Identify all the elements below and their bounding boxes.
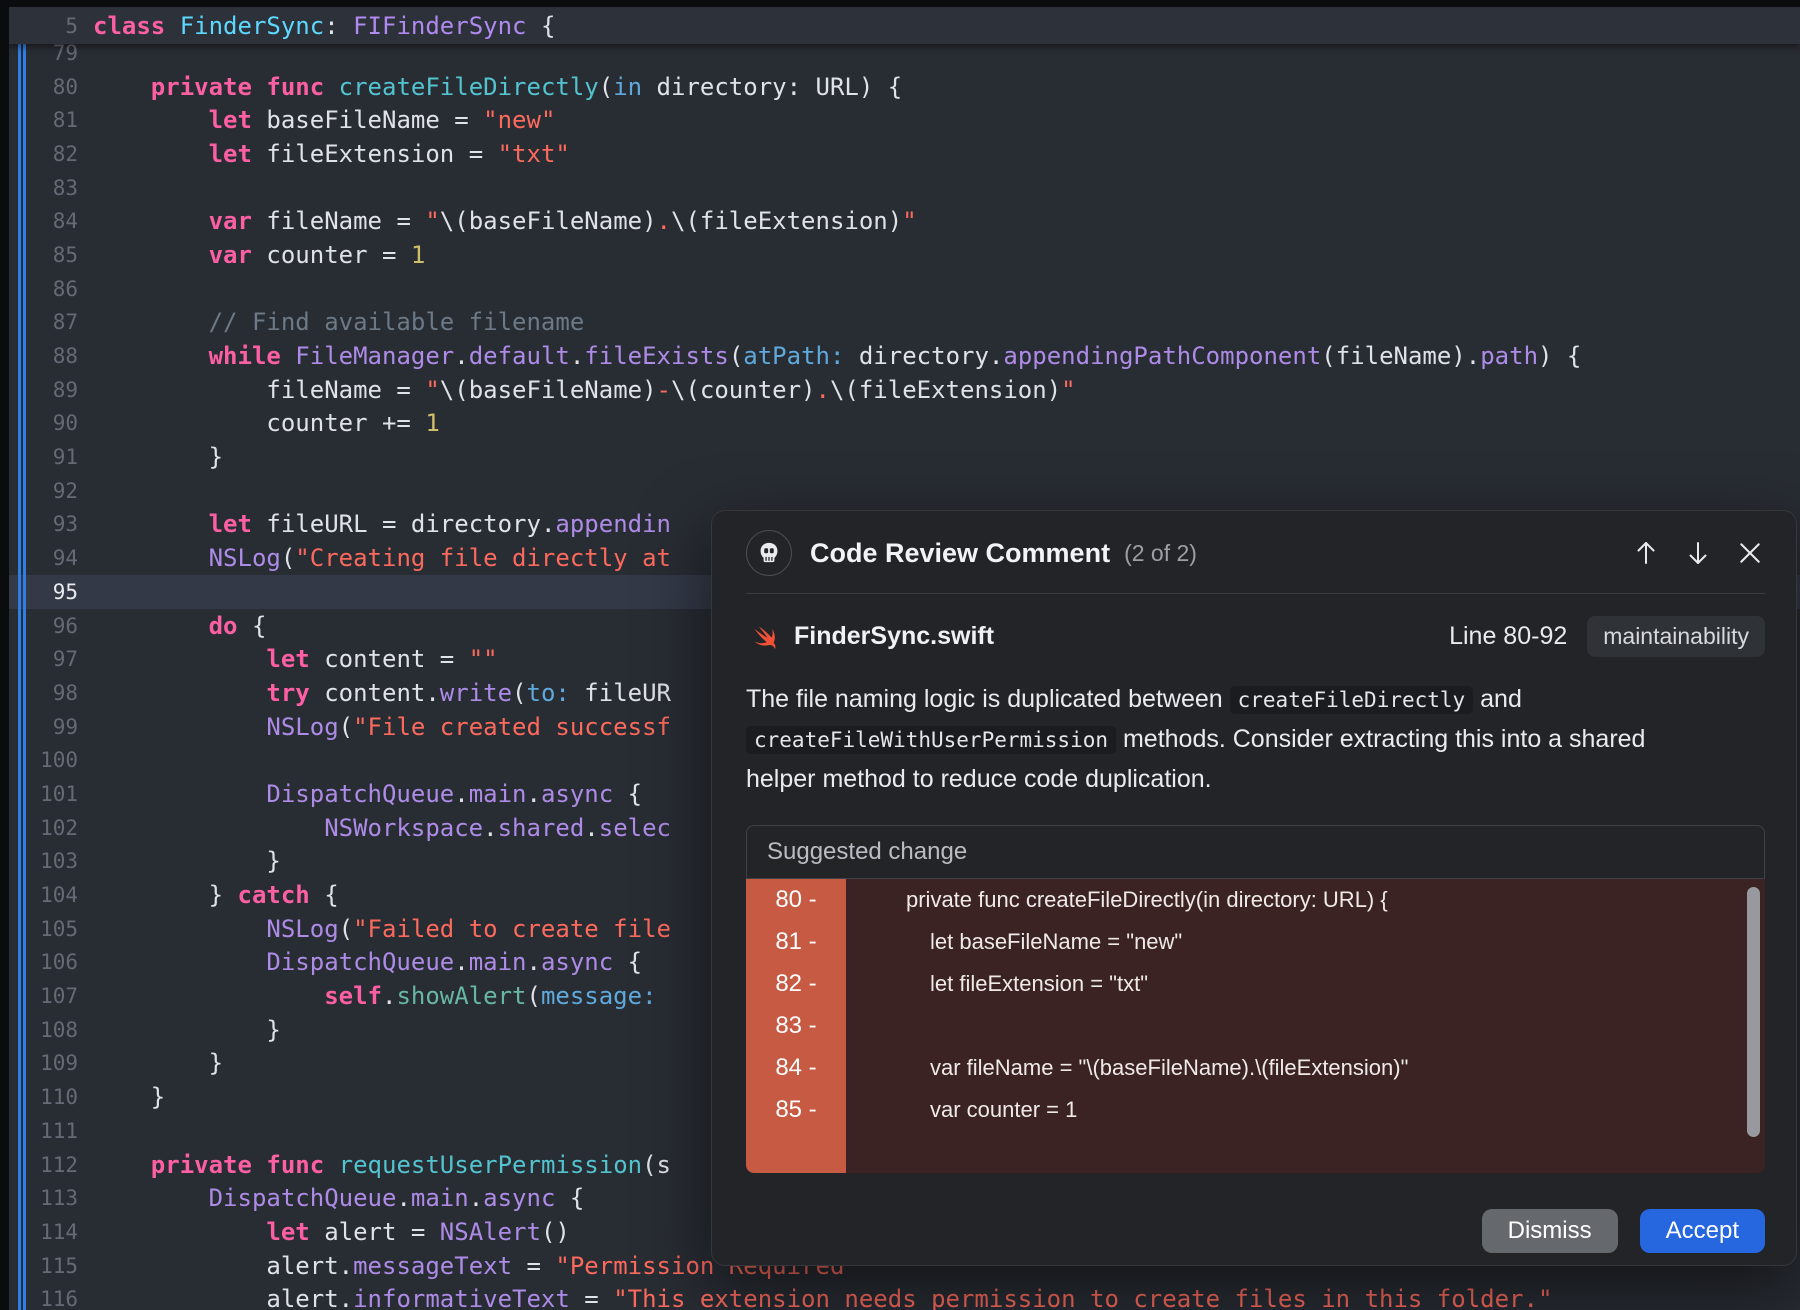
code-line[interactable]: 88 while FileManager.default.fileExists(…	[9, 339, 1800, 373]
dismiss-button[interactable]: Dismiss	[1482, 1209, 1618, 1253]
popup-actions: Dismiss Accept	[746, 1209, 1765, 1253]
code-line[interactable]: 81 let baseFileName = "new"	[9, 103, 1800, 137]
diff-row	[746, 1131, 1765, 1173]
window-top-strip	[0, 0, 1800, 7]
code-line[interactable]: 90 counter += 1	[9, 407, 1800, 441]
down-arrow-icon[interactable]	[1683, 538, 1713, 568]
diff-row: 81 -let baseFileName = "new"	[746, 921, 1765, 963]
diff-row: 82 -let fileExtension = "txt"	[746, 963, 1765, 1005]
suggested-change-diff: 80 -private func createFileDirectly(in d…	[746, 879, 1765, 1173]
code-line[interactable]: 86	[9, 272, 1800, 306]
up-arrow-icon[interactable]	[1631, 538, 1661, 568]
comment-counter: (2 of 2)	[1124, 540, 1197, 567]
code-line[interactable]: 91 }	[9, 440, 1800, 474]
category-badge: maintainability	[1587, 616, 1765, 657]
file-row: FinderSync.swift Line 80-92 maintainabil…	[746, 614, 1765, 658]
accept-button[interactable]: Accept	[1640, 1209, 1765, 1253]
sticky-line-number: 5	[9, 14, 78, 38]
sticky-scope-header[interactable]: 5 class FinderSync: FIFinderSync {	[9, 7, 1800, 44]
code-line[interactable]: 87 // Find available filename	[9, 306, 1800, 340]
code-line[interactable]: 92	[9, 474, 1800, 508]
popup-header: Code Review Comment (2 of 2)	[746, 530, 1765, 576]
diff-row: 80 -private func createFileDirectly(in d…	[746, 879, 1765, 921]
diff-row: 83 -	[746, 1005, 1765, 1047]
code-line[interactable]: 83	[9, 171, 1800, 205]
diff-row: 85 -var counter = 1	[746, 1089, 1765, 1131]
close-icon[interactable]	[1735, 538, 1765, 568]
header-divider	[746, 593, 1765, 594]
code-line[interactable]: 80 private func createFileDirectly(in di…	[9, 70, 1800, 104]
change-indicator-bars	[18, 44, 26, 1310]
code-line[interactable]: 89 fileName = "\(baseFileName)-\(counter…	[9, 373, 1800, 407]
file-name: FinderSync.swift	[794, 622, 994, 651]
review-comment-text: The file naming logic is duplicated betw…	[746, 680, 1765, 799]
suggested-change-label: Suggested change	[746, 825, 1765, 879]
swift-logo-icon	[746, 619, 780, 653]
diff-scrollbar-thumb[interactable]	[1747, 887, 1760, 1137]
code-line[interactable]: 85 var counter = 1	[9, 238, 1800, 272]
popup-title: Code Review Comment	[810, 538, 1110, 569]
sticky-code-text: class FinderSync: FIFinderSync {	[93, 12, 555, 40]
code-review-popup: Code Review Comment (2 of 2) FinderSync.…	[711, 510, 1797, 1266]
code-line[interactable]: 116 alert.informativeText = "This extens…	[9, 1282, 1800, 1310]
code-line[interactable]: 84 var fileName = "\(baseFileName).\(fil…	[9, 204, 1800, 238]
code-line[interactable]: 82 let fileExtension = "txt"	[9, 137, 1800, 171]
code-editor-window: 7980 private func createFileDirectly(in …	[0, 0, 1800, 1310]
line-range: Line 80-92	[1449, 622, 1567, 651]
robot-icon	[746, 530, 792, 576]
diff-row: 84 -var fileName = "\(baseFileName).\(fi…	[746, 1047, 1765, 1089]
window-left-strip	[0, 0, 9, 1310]
